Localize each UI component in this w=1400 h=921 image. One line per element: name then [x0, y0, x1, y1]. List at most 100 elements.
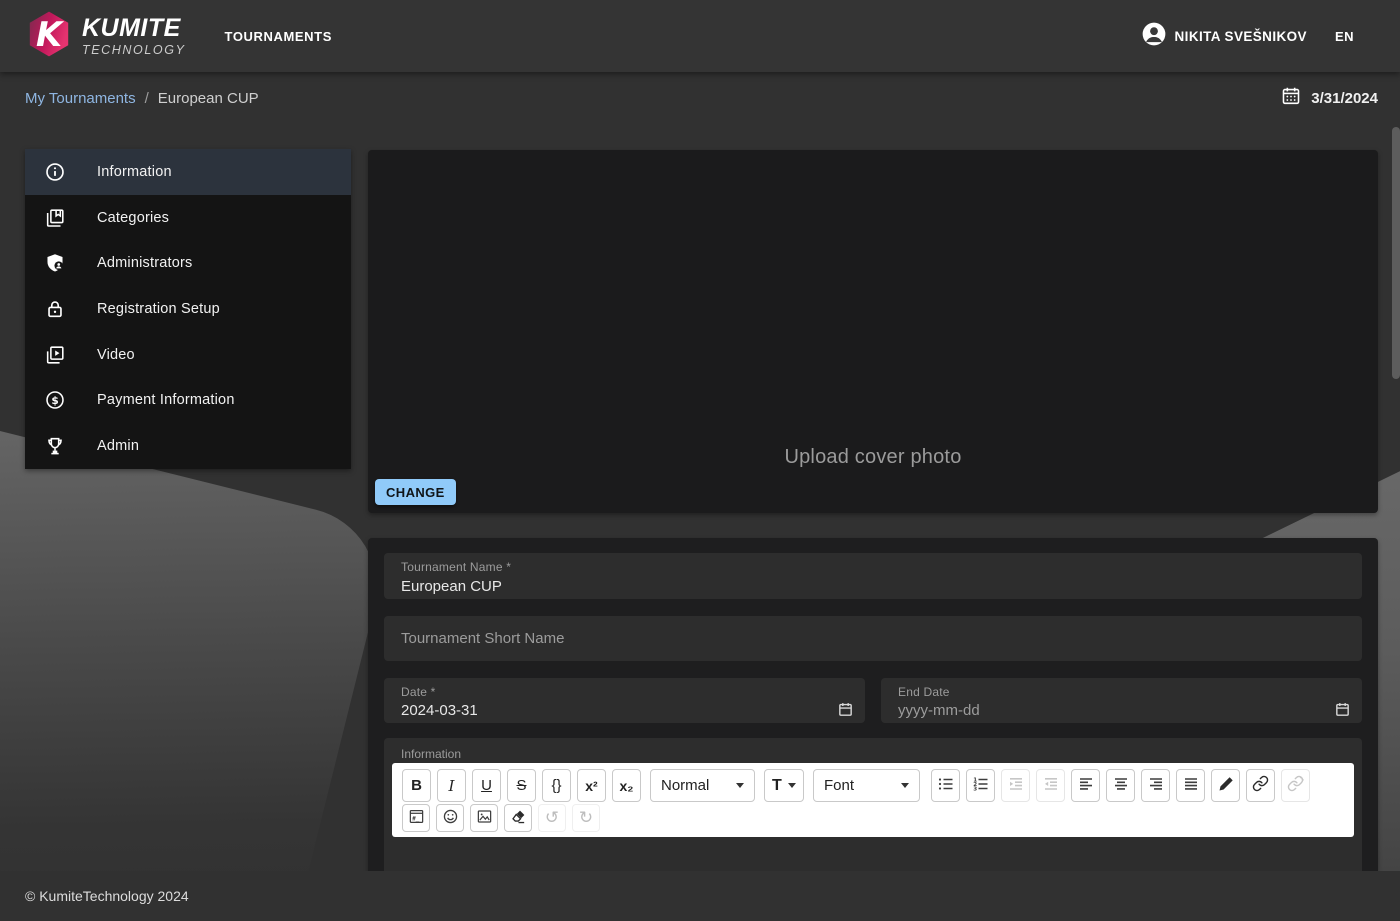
unlink-button[interactable]: [1281, 769, 1310, 802]
sidebar-item-information[interactable]: Information: [25, 149, 351, 195]
date-value: 3/31/2024: [1311, 90, 1378, 107]
strikethrough-button[interactable]: S: [507, 769, 536, 802]
nav-item-tournaments[interactable]: TOURNAMENTS: [225, 29, 332, 44]
image-button[interactable]: [470, 804, 498, 832]
admin-panel-icon: [44, 252, 66, 274]
tournament-date-display: 3/31/2024: [1280, 85, 1378, 112]
breadcrumb-separator: /: [144, 90, 149, 107]
breadcrumb-link-my-tournaments[interactable]: My Tournaments: [25, 90, 136, 107]
svg-text:$: $: [51, 395, 58, 407]
align-left-button[interactable]: [1071, 769, 1100, 802]
start-date-field[interactable]: Date * 2024-03-31: [384, 678, 865, 723]
redo-button[interactable]: ↻: [572, 804, 600, 832]
outdent-icon: [1042, 775, 1060, 797]
breadcrumb: My Tournaments / European CUP 3/31/2024: [0, 72, 1400, 125]
eraser-button[interactable]: [504, 804, 532, 832]
link-button[interactable]: [1246, 769, 1275, 802]
brand-subtitle: TECHNOLOGY: [82, 42, 186, 57]
sidebar-item-payment-information[interactable]: $ Payment Information: [25, 377, 351, 423]
background-shape-left: [0, 393, 394, 921]
navbar: K KUMITE TECHNOLOGY TOURNAMENTS NIKITA S…: [0, 0, 1400, 72]
chevron-down-icon: [736, 783, 744, 788]
tournament-form-card: Tournament Name * European CUP Tournamen…: [368, 538, 1378, 871]
paragraph-style-select[interactable]: Normal: [650, 769, 755, 802]
sidebar-item-admin[interactable]: Admin: [25, 423, 351, 469]
cover-upload-area[interactable]: Upload cover photo CHANGE: [368, 150, 1378, 513]
underline-button[interactable]: U: [472, 769, 501, 802]
end-date-label: End Date: [898, 685, 950, 699]
align-left-icon: [1077, 775, 1095, 797]
tournament-short-name-label: Tournament Short Name: [401, 630, 565, 647]
start-date-label: Date *: [401, 685, 436, 699]
sidebar-item-administrators[interactable]: Administrators: [25, 240, 351, 286]
italic-button[interactable]: I: [437, 769, 466, 802]
sidebar-item-video[interactable]: Video: [25, 332, 351, 378]
bold-button[interactable]: B: [402, 769, 431, 802]
embed-button[interactable]: #_: [402, 804, 430, 832]
account-circle-icon: [1141, 21, 1167, 52]
chevron-down-icon: [788, 783, 796, 788]
unlink-icon: [1287, 775, 1304, 796]
chevron-down-icon: [901, 783, 909, 788]
information-label: Information: [401, 747, 462, 761]
emoji-button[interactable]: [436, 804, 464, 832]
tournament-name-field[interactable]: Tournament Name * European CUP: [384, 553, 1362, 599]
hexagon-logo-icon: K: [25, 9, 73, 64]
bullet-list-icon: [937, 775, 955, 797]
smiley-icon: [442, 808, 459, 829]
align-right-button[interactable]: [1141, 769, 1170, 802]
calendar-icon: [1280, 85, 1302, 112]
sidebar-item-registration-setup[interactable]: Registration Setup: [25, 286, 351, 332]
svg-text:K: K: [36, 15, 65, 54]
superscript-button[interactable]: x²: [577, 769, 606, 802]
trophy-icon: [44, 435, 66, 457]
undo-icon: ↺: [544, 808, 560, 828]
pen-icon: [1217, 775, 1235, 797]
end-date-placeholder: yyyy-mm-dd: [898, 702, 980, 719]
font-select[interactable]: Font: [813, 769, 920, 802]
outdent-button[interactable]: [1036, 769, 1065, 802]
ordered-list-button[interactable]: 123: [966, 769, 995, 802]
copyright-text: © KumiteTechnology 2024: [25, 888, 189, 904]
align-justify-icon: [1182, 775, 1200, 797]
language-selector[interactable]: EN: [1335, 29, 1354, 44]
align-center-icon: [1112, 775, 1130, 797]
user-menu[interactable]: NIKITA SVEŠNIKOV: [1141, 21, 1307, 52]
eraser-icon: [510, 808, 527, 829]
date-picker-icon[interactable]: [837, 701, 854, 723]
info-icon: [44, 161, 66, 183]
sidebar-item-categories[interactable]: Categories: [25, 195, 351, 241]
redo-icon: ↻: [578, 808, 594, 828]
indent-button[interactable]: [1001, 769, 1030, 802]
categories-icon: [44, 207, 66, 229]
footer: © KumiteTechnology 2024: [0, 871, 1400, 921]
change-cover-button[interactable]: CHANGE: [375, 479, 456, 505]
undo-button[interactable]: ↺: [538, 804, 566, 832]
brand-logo[interactable]: K KUMITE TECHNOLOGY: [25, 9, 186, 64]
information-editor-field[interactable]: Information B I U S {} x² x₂ Normal T Fo…: [384, 738, 1362, 871]
embed-window-icon: #_: [408, 808, 425, 829]
align-center-button[interactable]: [1106, 769, 1135, 802]
date-row: Date * 2024-03-31 End Date yyyy-mm-dd: [384, 678, 1362, 723]
svg-text:3: 3: [973, 786, 977, 792]
tournament-short-name-field[interactable]: Tournament Short Name: [384, 616, 1362, 661]
brand-title: KUMITE: [82, 13, 181, 42]
cover-placeholder-text: Upload cover photo: [784, 446, 962, 468]
align-justify-button[interactable]: [1176, 769, 1205, 802]
lock-icon: [44, 298, 66, 320]
brand-text: KUMITE TECHNOLOGY: [82, 13, 186, 57]
ordered-list-icon: 123: [972, 775, 990, 797]
end-date-field[interactable]: End Date yyyy-mm-dd: [881, 678, 1362, 723]
pen-button[interactable]: [1211, 769, 1240, 802]
date-picker-icon[interactable]: [1334, 701, 1351, 723]
start-date-value: 2024-03-31: [401, 702, 478, 719]
scrollbar-thumb[interactable]: [1392, 127, 1400, 379]
subscript-button[interactable]: x₂: [612, 769, 641, 802]
richtext-toolbar: B I U S {} x² x₂ Normal T Font 1 2 3 #_ …: [392, 763, 1354, 837]
image-icon: [476, 808, 493, 829]
indent-icon: [1007, 775, 1025, 797]
text-type-select[interactable]: T: [764, 769, 804, 802]
sidebar-menu: Information Categories Administrators Re…: [25, 149, 351, 469]
code-button[interactable]: {}: [542, 769, 571, 802]
bullet-list-button[interactable]: [931, 769, 960, 802]
